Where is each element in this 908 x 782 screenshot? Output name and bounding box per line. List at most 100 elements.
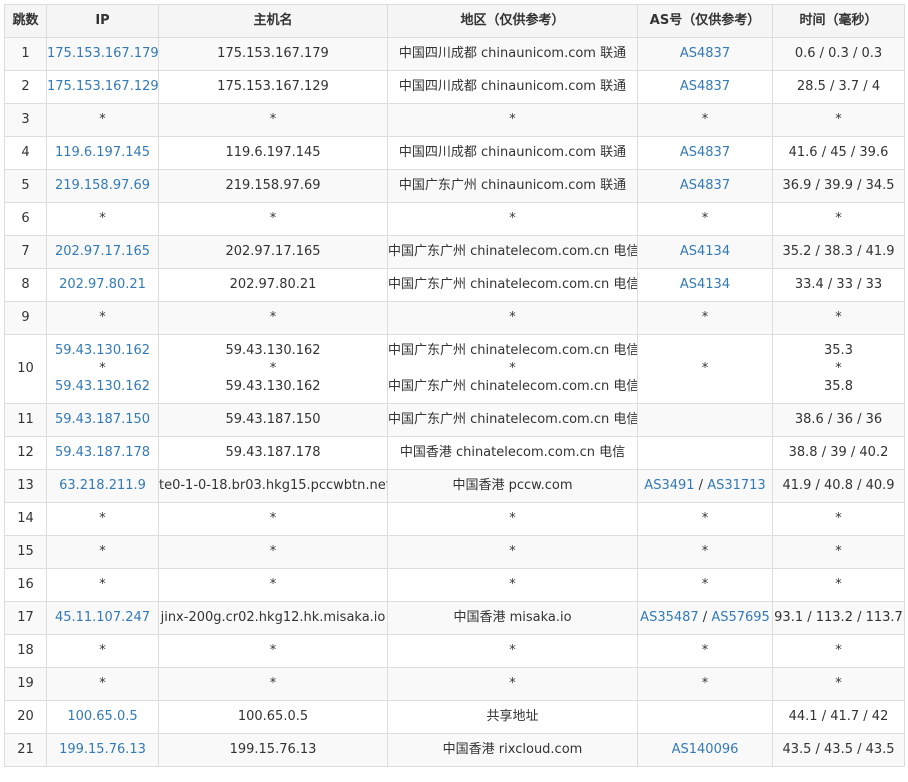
asn-link[interactable]: AS4837: [680, 145, 730, 160]
header-hop: 跳数: [4, 4, 47, 38]
table-body: 1 175.153.167.179 175.153.167.179 中国四川成都 ch…: [4, 37, 905, 767]
asn-cell: [637, 700, 773, 734]
region-cell: 中国香港 pccw.com: [387, 469, 638, 503]
region-cell: *: [387, 667, 638, 701]
region-cell: 共享地址: [387, 700, 638, 734]
table-row: 8 202.97.80.21 202.97.80.21 中国广东广州 chinatel…: [4, 268, 905, 302]
asn-link[interactable]: AS4134: [680, 244, 730, 259]
asn-link[interactable]: AS57695: [711, 610, 770, 625]
hostname-cell: *: [158, 568, 388, 602]
asn-cell: AS4134: [637, 268, 773, 302]
region-cell: *: [387, 103, 638, 137]
asn-link[interactable]: AS4134: [680, 277, 730, 292]
table-row: 14 * * * * *: [4, 502, 905, 536]
hostname-cell: *: [158, 301, 388, 335]
asn-link[interactable]: AS35487: [640, 610, 699, 625]
hostname-cell: 59.43.187.150: [158, 403, 388, 437]
asn-cell: AS35487 / AS57695: [637, 601, 773, 635]
table-row: 2 175.153.167.129 175.153.167.129 中国四川成都 ch…: [4, 70, 905, 104]
hostname-cell: *: [158, 535, 388, 569]
hop-cell: 19: [4, 667, 47, 701]
hop-cell: 2: [4, 70, 47, 104]
hostname-cell: 175.153.167.179: [158, 37, 388, 71]
ip-cell: *: [46, 202, 159, 236]
ip-link[interactable]: 202.97.80.21: [46, 268, 159, 302]
ip-link[interactable]: 59.43.130.162: [48, 378, 158, 396]
region-cell: *: [387, 301, 638, 335]
region-cell: 中国四川成都 chinaunicom.com 联通: [387, 136, 638, 170]
asn-link[interactable]: AS31713: [707, 478, 766, 493]
hostname-cell: 219.158.97.69: [158, 169, 388, 203]
hop-cell: 18: [4, 634, 47, 668]
ip-cell: 59.43.130.162 * 59.43.130.162: [46, 334, 159, 404]
ip-link[interactable]: 59.43.187.178: [46, 436, 159, 470]
time-cell: 35.3 * 35.8: [772, 334, 905, 404]
region-cell: 中国广东广州 chinatelecom.com.cn 电信 * 中国广东广州 chi…: [387, 334, 638, 404]
region-line: *: [509, 361, 516, 376]
asn-link[interactable]: AS4837: [680, 178, 730, 193]
asn-link[interactable]: AS3491: [644, 478, 694, 493]
ip-link[interactable]: 45.11.107.247: [46, 601, 159, 635]
time-cell: *: [772, 502, 905, 536]
time-cell: *: [772, 301, 905, 335]
table-row: 18 * * * * *: [4, 634, 905, 668]
ip-link[interactable]: 59.43.187.150: [46, 403, 159, 437]
region-line: 中国广东广州 chinatelecom.com.cn 电信: [388, 343, 638, 358]
time-cell: 36.9 / 39.9 / 34.5: [772, 169, 905, 203]
region-cell: *: [387, 568, 638, 602]
ip-link[interactable]: 119.6.197.145: [46, 136, 159, 170]
time-cell: 35.2 / 38.3 / 41.9: [772, 235, 905, 269]
table-row: 3 * * * * *: [4, 103, 905, 137]
region-cell: *: [387, 634, 638, 668]
ip-link[interactable]: 175.153.167.129: [46, 70, 159, 104]
hop-cell: 16: [4, 568, 47, 602]
ip-link[interactable]: 199.15.76.13: [46, 733, 159, 767]
hostname-cell: te0-1-0-18.br03.hkg15.pccwbtn.net: [158, 469, 388, 503]
asn-cell: AS4134: [637, 235, 773, 269]
region-cell: 中国广东广州 chinatelecom.com.cn 电信: [387, 235, 638, 269]
asn-link[interactable]: AS4837: [680, 79, 730, 94]
hostname-line: 59.43.130.162: [225, 379, 321, 394]
hop-cell: 10: [4, 334, 47, 404]
ip-link[interactable]: 59.43.130.162: [48, 342, 158, 360]
region-cell: 中国四川成都 chinaunicom.com 联通: [387, 37, 638, 71]
table-row: 7 202.97.17.165 202.97.17.165 中国广东广州 chinat…: [4, 235, 905, 269]
ip-link[interactable]: 219.158.97.69: [46, 169, 159, 203]
ip-link[interactable]: 63.218.211.9: [46, 469, 159, 503]
asn-cell: *: [637, 202, 773, 236]
asn-link[interactable]: AS140096: [672, 742, 739, 757]
ip-cell: *: [46, 502, 159, 536]
time-cell: 43.5 / 43.5 / 43.5: [772, 733, 905, 767]
asn-cell: AS4837: [637, 136, 773, 170]
table-row: 17 45.11.107.247 jinx-200g.cr02.hkg12.hk.m…: [4, 601, 905, 635]
hostname-line: *: [269, 361, 277, 376]
ip-link[interactable]: 175.153.167.179: [46, 37, 159, 71]
hostname-cell: *: [158, 202, 388, 236]
time-cell: 38.6 / 36 / 36: [772, 403, 905, 437]
asn-link[interactable]: AS4837: [680, 46, 730, 61]
hop-cell: 6: [4, 202, 47, 236]
table-row: 1 175.153.167.179 175.153.167.179 中国四川成都 ch…: [4, 37, 905, 71]
region-cell: 中国广东广州 chinatelecom.com.cn 电信: [387, 403, 638, 437]
ip-link[interactable]: 202.97.17.165: [46, 235, 159, 269]
table-row: 11 59.43.187.150 59.43.187.150 中国广东广州 china…: [4, 403, 905, 437]
time-cell: 33.4 / 33 / 33: [772, 268, 905, 302]
ip-link[interactable]: 100.65.0.5: [46, 700, 159, 734]
time-line: 35.3: [824, 343, 853, 358]
table-row: 16 * * * * *: [4, 568, 905, 602]
hop-cell: 12: [4, 436, 47, 470]
region-cell: *: [387, 502, 638, 536]
ip-cell: *: [46, 301, 159, 335]
table-row: 10 59.43.130.162 * 59.43.130.162 59.43.130.1…: [4, 334, 905, 404]
asn-cell: *: [637, 334, 773, 404]
asn-cell: AS3491 / AS31713: [637, 469, 773, 503]
hop-cell: 11: [4, 403, 47, 437]
hostname-cell: 59.43.187.178: [158, 436, 388, 470]
asn-cell: AS4837: [637, 169, 773, 203]
time-cell: *: [772, 535, 905, 569]
hostname-cell: 202.97.80.21: [158, 268, 388, 302]
time-cell: *: [772, 202, 905, 236]
table-row: 6 * * * * *: [4, 202, 905, 236]
header-asn: AS号（仅供参考）: [637, 4, 773, 38]
hostname-cell: 100.65.0.5: [158, 700, 388, 734]
